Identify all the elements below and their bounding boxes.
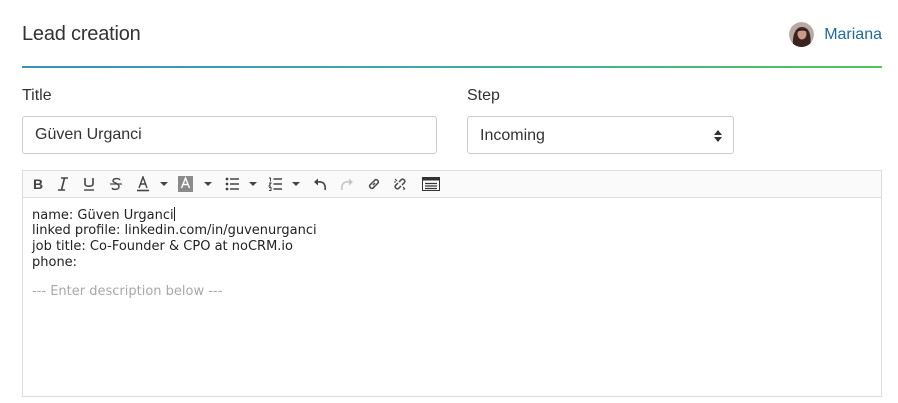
bold-icon: B [32,176,44,192]
numbered-list-icon [268,177,300,191]
editor-line-linked-profile: linked profile: linkedin.com/in/guvenurg… [32,223,317,238]
underline-button[interactable] [82,174,96,194]
text-caret [173,207,175,221]
title-label: Title [22,87,52,104]
header-divider [22,66,882,68]
step-select[interactable]: Incoming [467,116,734,154]
font-color-icon [137,176,168,192]
underline-icon [84,178,94,191]
link-icon [368,178,380,190]
editor-toolbar: B [23,171,881,198]
page-title: Lead creation [22,23,141,45]
bulleted-list-button[interactable] [225,174,261,194]
description-marker: --- Enter description below --- [32,284,223,299]
source-button[interactable] [421,174,441,194]
italic-icon [58,177,68,191]
link-button[interactable] [366,174,382,194]
step-select-value: Incoming [480,127,545,144]
select-arrows-icon [714,130,722,142]
redo-icon [341,178,353,191]
avatar[interactable] [789,22,815,47]
user-menu[interactable]: Mariana [789,22,882,47]
editor-line-phone: phone: [32,255,78,270]
step-label: Step [467,87,500,104]
strikethrough-button[interactable] [109,174,123,194]
editor-line-job-title: job title: Co-Founder & CPO at noCRM.io [32,239,293,254]
editor-blank-line [32,271,872,284]
description-editor: B name: Güven Urganci linked profile: li… [22,170,882,397]
redo-button[interactable] [339,174,355,194]
source-icon [422,177,440,191]
undo-button[interactable] [312,174,328,194]
unlink-button[interactable] [392,174,408,194]
background-color-icon [178,176,212,192]
bold-button[interactable]: B [31,174,45,194]
bulleted-list-icon [225,177,257,191]
title-input[interactable] [22,116,437,154]
undo-icon [314,178,326,191]
unlink-icon [394,178,406,190]
editor-content[interactable]: name: Güven Urganci linked profile: link… [32,207,872,300]
user-name[interactable]: Mariana [824,26,882,44]
background-color-button[interactable] [178,174,214,194]
font-color-button[interactable] [136,174,172,194]
strikethrough-icon [110,177,122,191]
italic-button[interactable] [56,174,70,194]
editor-line-name: name: Güven Urganci [32,207,175,223]
numbered-list-button[interactable] [268,174,304,194]
page-header: Lead creation Mariana [22,0,882,68]
